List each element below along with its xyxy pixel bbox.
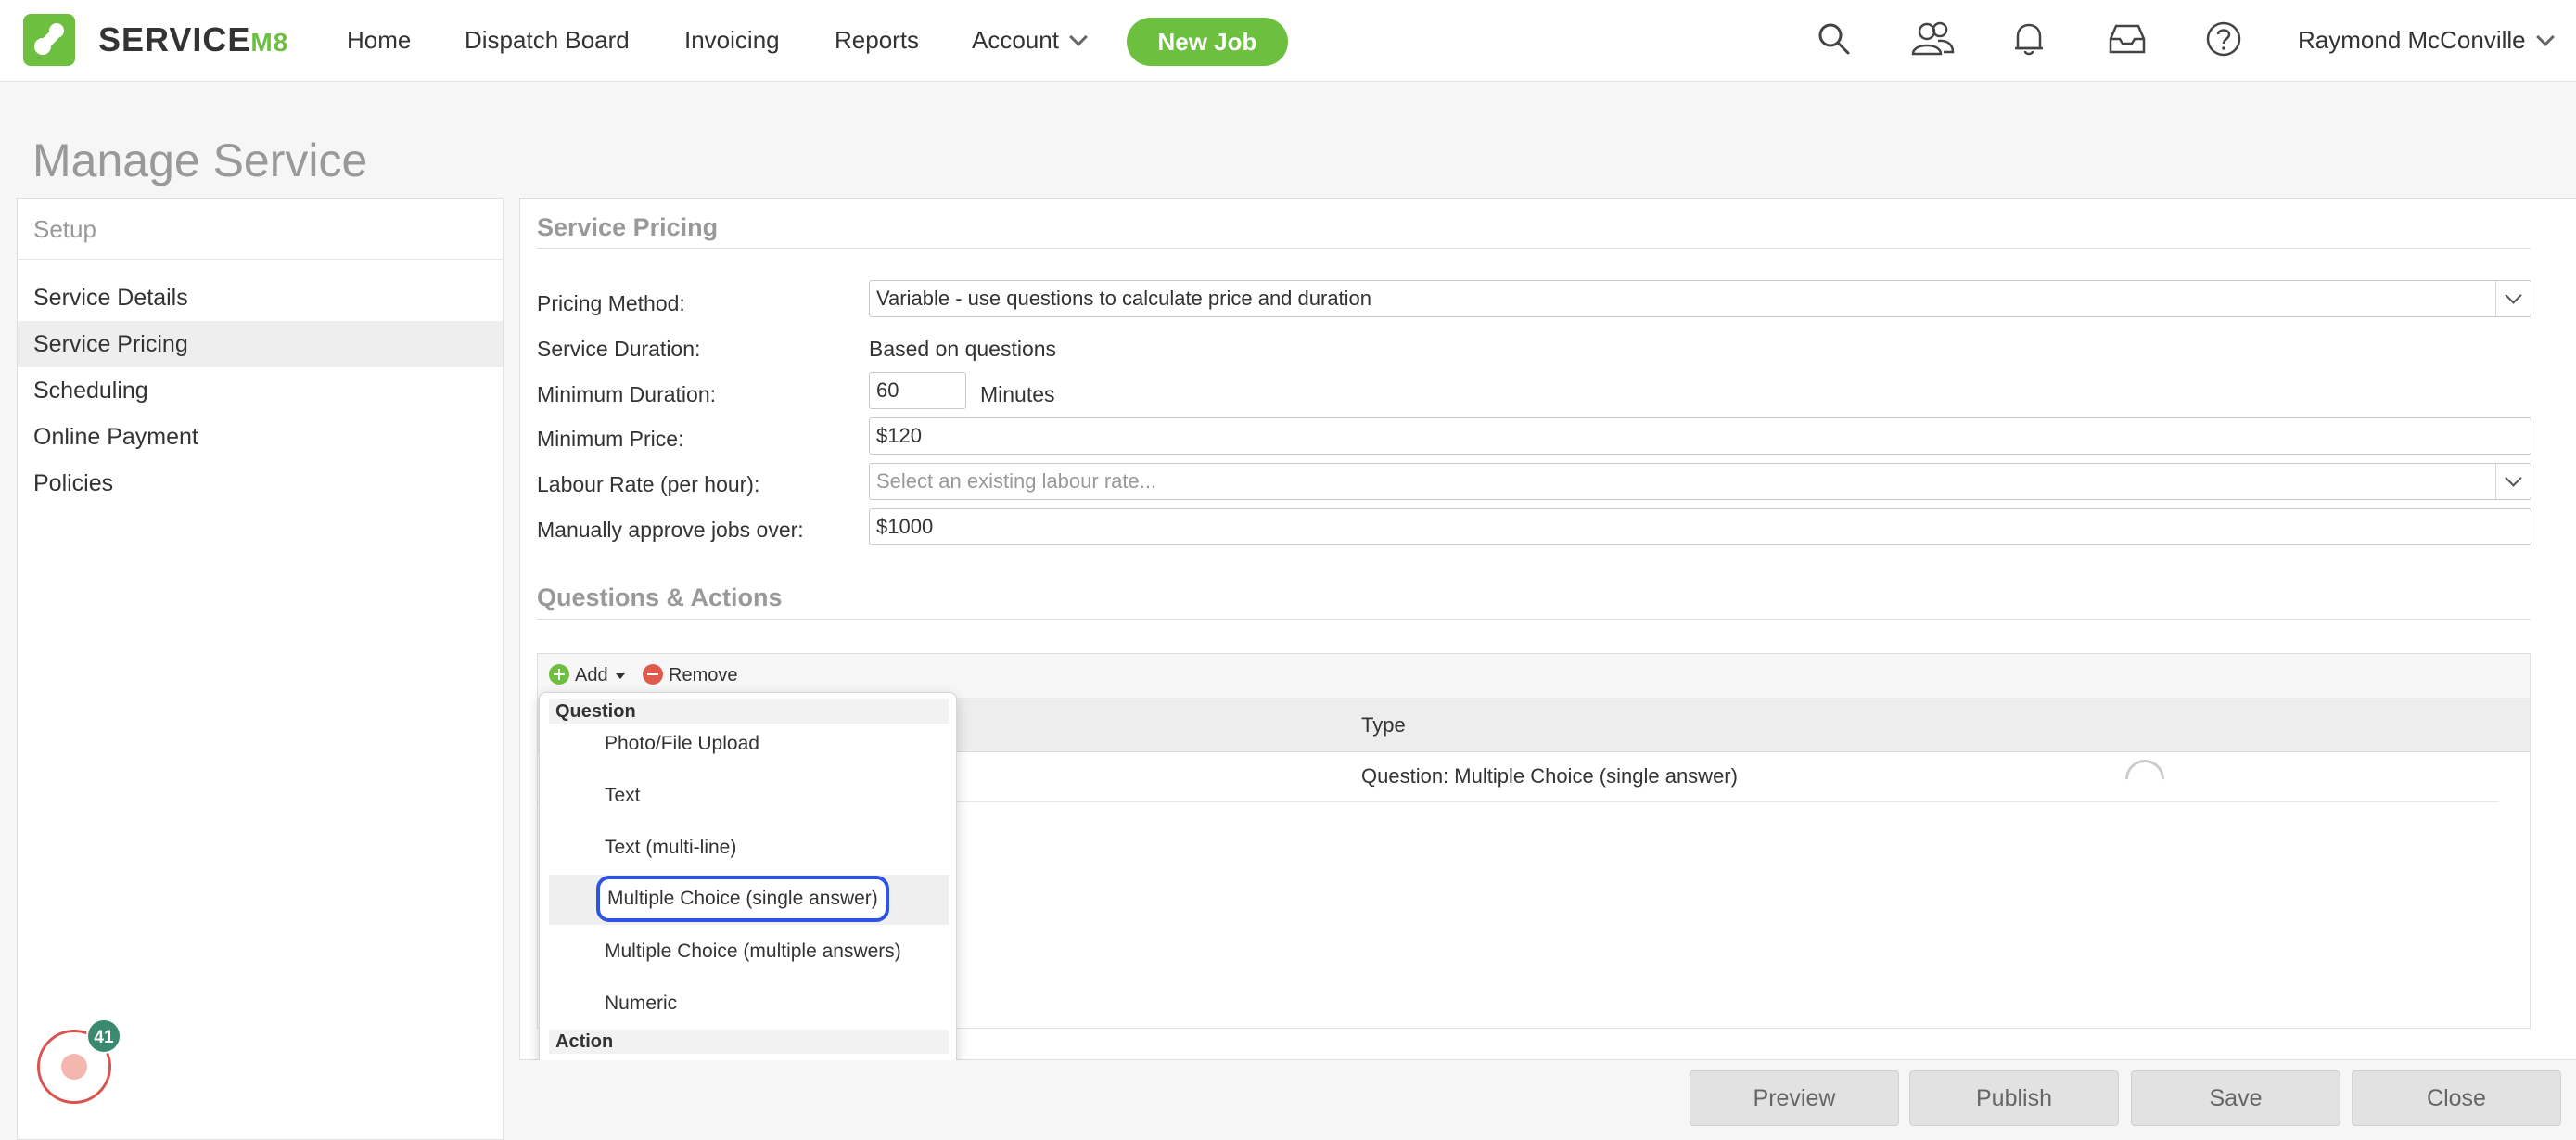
labour-rate-placeholder: Select an existing labour rate... — [876, 469, 1157, 493]
nav-home[interactable]: Home — [347, 26, 411, 55]
pricing-method-select[interactable]: Variable - use questions to calculate pr… — [869, 280, 2531, 317]
labour-rate-select[interactable]: Select an existing labour rate... — [869, 463, 2531, 500]
menu-item-text-multi-line[interactable]: Text (multi-line) — [549, 823, 949, 873]
section-title-questions-actions: Questions & Actions — [537, 583, 783, 611]
servicem8-logo-icon[interactable] — [23, 14, 75, 66]
approve-jobs-input[interactable]: $1000 — [869, 508, 2531, 545]
remove-button-label: Remove — [669, 665, 738, 685]
row-type-cell: Question: Multiple Choice (single answer… — [1361, 764, 1738, 788]
menu-item-multiple-choice-single[interactable]: Multiple Choice (single answer) — [549, 875, 949, 925]
save-button[interactable]: Save — [2131, 1070, 2340, 1126]
approve-jobs-label: Manually approve jobs over: — [537, 518, 804, 542]
notification-count-badge: 41 — [86, 1018, 121, 1054]
column-header-type[interactable]: Type — [1361, 713, 1406, 737]
menu-item-text[interactable]: Text — [549, 771, 949, 821]
add-dropdown-menu: Question Photo/File Upload Text Text (mu… — [539, 692, 957, 1105]
section-divider — [537, 619, 2531, 620]
caret-down-icon — [615, 672, 625, 679]
nav-account-label: Account — [972, 26, 1059, 54]
sidebar-item-service-details[interactable]: Service Details — [18, 275, 503, 321]
top-navigation-bar: SERVICEM8 Home Dispatch Board Invoicing … — [0, 0, 2576, 82]
preview-button[interactable]: Preview — [1690, 1070, 1899, 1126]
new-job-button[interactable]: New Job — [1127, 18, 1288, 66]
nav-reports[interactable]: Reports — [835, 26, 919, 55]
menu-item-multiple-choice-multiple[interactable]: Multiple Choice (multiple answers) — [549, 927, 949, 977]
nav-invoicing[interactable]: Invoicing — [684, 26, 780, 55]
minimum-duration-label: Minimum Duration: — [537, 382, 716, 406]
menu-item-numeric[interactable]: Numeric — [549, 979, 949, 1029]
minimum-price-input[interactable]: $120 — [869, 417, 2531, 455]
minimum-duration-unit: Minutes — [980, 382, 1055, 406]
sidebar-item-online-payment[interactable]: Online Payment — [18, 414, 503, 460]
page-title: Manage Service — [32, 134, 368, 186]
add-button-label: Add — [575, 665, 608, 685]
publish-button[interactable]: Publish — [1909, 1070, 2119, 1126]
sidebar-item-service-pricing[interactable]: Service Pricing — [18, 321, 503, 367]
inbox-icon[interactable] — [2107, 20, 2148, 58]
add-button[interactable]: Add — [549, 663, 625, 686]
minimum-price-label: Minimum Price: — [537, 427, 684, 451]
sidebar-header: Setup — [18, 199, 503, 260]
section-title-service-pricing: Service Pricing — [537, 213, 719, 241]
nav-dispatch-board[interactable]: Dispatch Board — [465, 26, 630, 55]
labour-rate-label: Labour Rate (per hour): — [537, 472, 760, 496]
service-duration-value: Based on questions — [869, 337, 1057, 361]
nav-account[interactable]: Account — [972, 26, 1088, 55]
add-circle-icon — [549, 663, 569, 685]
service-duration-label: Service Duration: — [537, 337, 701, 361]
chevron-down-icon — [2535, 28, 2555, 46]
setup-sidebar: Setup Service Details Service Pricing Sc… — [17, 198, 504, 1140]
chevron-down-icon — [2495, 464, 2531, 499]
menu-item-focused-label: Multiple Choice (single answer) — [596, 876, 889, 922]
sidebar-item-policies[interactable]: Policies — [18, 460, 503, 506]
people-icon[interactable] — [1910, 20, 1955, 58]
user-name-label: Raymond McConville — [2298, 26, 2526, 54]
sidebar-item-scheduling[interactable]: Scheduling — [18, 367, 503, 414]
search-icon[interactable] — [1816, 20, 1853, 58]
pricing-method-label: Pricing Method: — [537, 291, 685, 315]
help-icon[interactable] — [2205, 20, 2242, 58]
chevron-down-icon — [1069, 28, 1088, 46]
close-button[interactable]: Close — [2352, 1070, 2561, 1126]
menu-item-photo-file-upload[interactable]: Photo/File Upload — [549, 719, 949, 769]
section-divider — [537, 248, 2531, 249]
minimum-duration-input[interactable]: 60 — [869, 372, 966, 409]
remove-button[interactable]: Remove — [643, 663, 738, 686]
remove-circle-icon — [643, 663, 663, 685]
brand-logo-text[interactable]: SERVICEM8 — [98, 20, 288, 59]
bell-icon[interactable] — [2010, 20, 2047, 58]
user-menu[interactable]: Raymond McConville — [2298, 26, 2555, 55]
chevron-down-icon — [2495, 281, 2531, 316]
loading-spinner-icon — [2117, 751, 2173, 807]
pricing-method-value: Variable - use questions to calculate pr… — [876, 287, 1372, 310]
